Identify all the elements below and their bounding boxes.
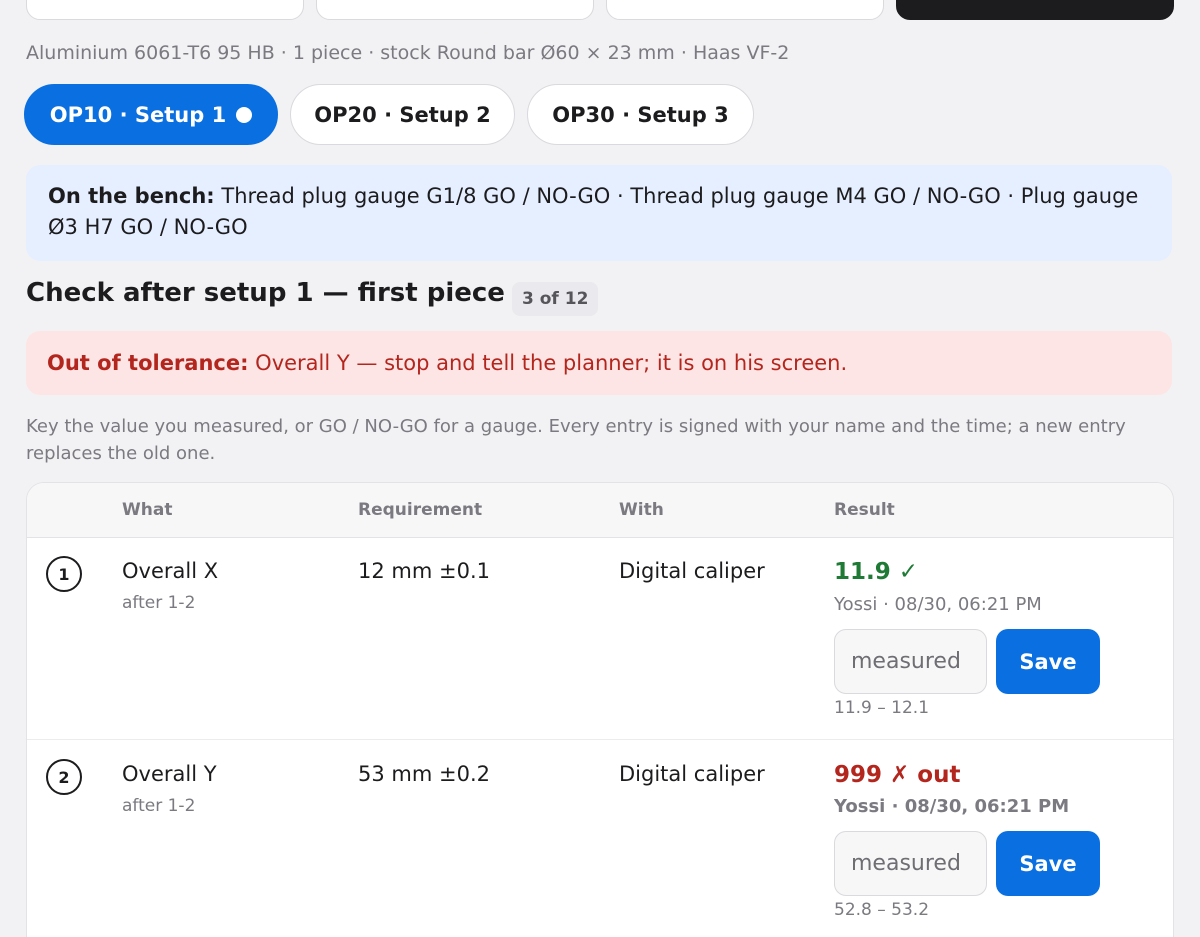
tab-label: OP30 · Setup 3 bbox=[552, 102, 729, 127]
tab-op10-setup-1[interactable]: OP10 · Setup 1 bbox=[24, 84, 278, 145]
top-control-2[interactable] bbox=[316, 0, 594, 20]
check-requirement: 12 mm ±0.1 bbox=[358, 559, 490, 583]
out-of-tolerance-alert: Out of tolerance: Overall Y — stop and t… bbox=[26, 331, 1172, 395]
check-name: Overall X bbox=[122, 559, 219, 583]
table-row: 2 Overall Y after 1-2 53 mm ±0.2 Digital… bbox=[27, 740, 1173, 937]
column-header-what: What bbox=[122, 500, 173, 520]
tab-op30-setup-3[interactable]: OP30 · Setup 3 bbox=[527, 84, 754, 145]
section-title: Check after setup 1 — first piece bbox=[26, 278, 505, 308]
tab-label: OP10 · Setup 1 bbox=[49, 102, 227, 127]
bench-gauges-panel: On the bench: Thread plug gauge G1/8 GO … bbox=[26, 165, 1172, 261]
tolerance-range: 11.9 – 12.1 bbox=[834, 698, 930, 718]
top-controls bbox=[0, 0, 1200, 20]
tolerance-range: 52.8 – 53.2 bbox=[834, 900, 930, 920]
check-timing: after 1-2 bbox=[122, 593, 196, 613]
check-timing: after 1-2 bbox=[122, 796, 196, 816]
top-control-3[interactable] bbox=[606, 0, 884, 20]
top-action-button[interactable] bbox=[896, 0, 1174, 20]
active-dot-icon bbox=[236, 106, 253, 123]
save-button[interactable]: Save bbox=[996, 629, 1100, 694]
column-header-result: Result bbox=[834, 500, 895, 520]
measured-input[interactable] bbox=[834, 629, 987, 694]
top-control-1[interactable] bbox=[26, 0, 304, 20]
save-button[interactable]: Save bbox=[996, 831, 1100, 896]
column-header-with: With bbox=[619, 500, 664, 520]
column-header-requirement: Requirement bbox=[358, 500, 483, 520]
measured-input[interactable] bbox=[834, 831, 987, 896]
job-summary: Aluminium 6061-T6 95 HB · 1 piece · stoc… bbox=[26, 42, 790, 64]
result-value: 11.9 ✓ bbox=[834, 559, 919, 585]
result-signature: Yossi · 08/30, 06:21 PM bbox=[834, 594, 1042, 615]
bench-label: On the bench: bbox=[48, 184, 215, 208]
result-value: 999 ✗ out bbox=[834, 762, 961, 788]
check-requirement: 53 mm ±0.2 bbox=[358, 762, 490, 786]
table-header: What Requirement With Result bbox=[27, 483, 1173, 538]
row-number-badge: 2 bbox=[46, 759, 82, 795]
alert-text: Overall Y — stop and tell the planner; i… bbox=[248, 351, 848, 375]
checks-table: What Requirement With Result 1 Overall X… bbox=[26, 482, 1174, 937]
check-instrument: Digital caliper bbox=[619, 762, 765, 786]
result-signature: Yossi · 08/30, 06:21 PM bbox=[834, 796, 1070, 817]
progress-count-badge: 3 of 12 bbox=[512, 282, 599, 316]
tab-label: OP20 · Setup 2 bbox=[314, 102, 491, 127]
check-instrument: Digital caliper bbox=[619, 559, 765, 583]
tab-op20-setup-2[interactable]: OP20 · Setup 2 bbox=[290, 84, 515, 145]
alert-label: Out of tolerance: bbox=[47, 351, 249, 375]
row-number-badge: 1 bbox=[46, 556, 82, 592]
table-row: 1 Overall X after 1-2 12 mm ±0.1 Digital… bbox=[27, 538, 1173, 740]
check-name: Overall Y bbox=[122, 762, 217, 786]
instructions-text: Key the value you measured, or GO / NO-G… bbox=[26, 416, 1126, 464]
